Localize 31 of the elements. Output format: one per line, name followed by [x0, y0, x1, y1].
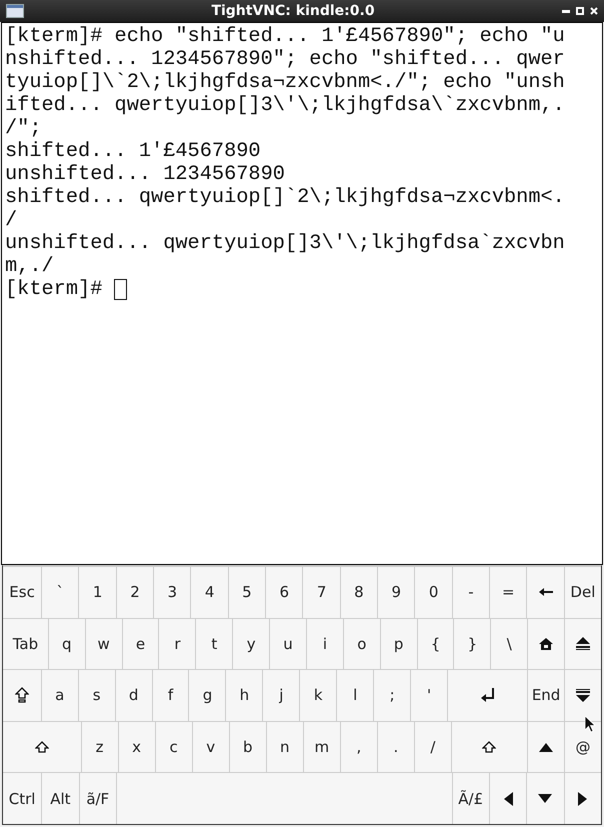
caps-lock-icon: [14, 687, 29, 704]
left-arrow-icon: [538, 588, 553, 596]
terminal-line: unshifted... 1234567890: [5, 163, 286, 186]
minimize-icon[interactable]: [562, 10, 570, 12]
down-triangle-icon: [538, 794, 552, 804]
window-title: TightVNC: kindle:0.0: [210, 3, 376, 19]
eject-icon: [576, 637, 590, 650]
shift-icon: [482, 741, 496, 754]
down-bar-icon: [576, 688, 590, 702]
maximize-icon[interactable]: [576, 7, 584, 15]
enter-icon: [480, 688, 495, 702]
terminal-line: unshifted... qwertyuiop[]3\'\;lkjhgfdsa`zxcvbn: [5, 232, 566, 255]
terminal-line: tyuiop[]\`2\;lkjhgfdsa¬zxcvbnm<./"; echo "unsh: [5, 71, 566, 94]
terminal-line: shifted... qwertyuiop[]`2\;lkjhgfdsa¬zxcvbnm<.: [5, 186, 566, 209]
terminal-line: [kterm]# echo "shifted... 1'£4567890"; echo "u: [5, 25, 566, 48]
up-triangle-icon: [538, 742, 553, 752]
terminal-line: /: [5, 209, 18, 232]
terminal-line: shifted... 1'£4567890: [5, 140, 262, 163]
text-cursor: [114, 279, 128, 300]
terminal-line: /";: [5, 117, 43, 140]
terminal-line: nshifted... 1234567890"; echo "shifted... qwer: [5, 48, 566, 71]
shift-icon: [34, 741, 49, 754]
mouse-pointer-icon: [585, 716, 596, 733]
house-icon: [539, 638, 554, 650]
terminal-line: m,./: [5, 255, 55, 278]
terminal-prompt: [kterm]#: [5, 278, 102, 301]
close-icon[interactable]: [590, 7, 598, 15]
terminal-line: ifted... qwertyuiop[]3\'\;lkjhgfdsa\`zxcvbnm,.: [5, 94, 566, 117]
window-icon: [6, 4, 24, 18]
left-triangle-icon: [504, 792, 513, 806]
right-triangle-icon: [578, 792, 588, 806]
